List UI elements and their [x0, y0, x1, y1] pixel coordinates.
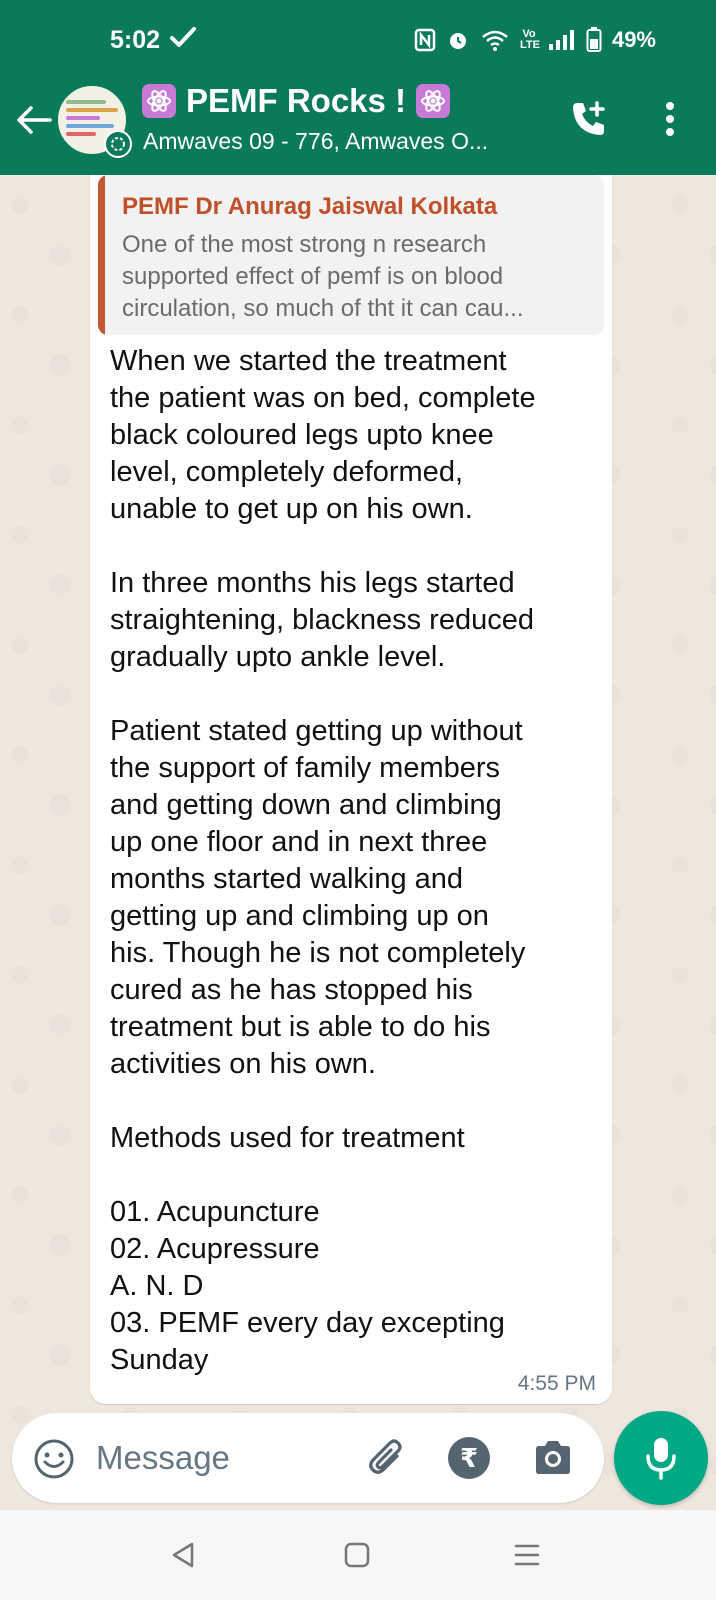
- signal-icon: [548, 29, 576, 51]
- message-text-line: activities on his own.: [110, 1048, 376, 1080]
- attach-button[interactable]: [364, 1435, 410, 1481]
- add-call-button[interactable]: [566, 96, 612, 142]
- microphone-icon: [646, 1438, 676, 1480]
- nav-recents-button[interactable]: [510, 1538, 544, 1572]
- group-name: PEMF Rocks !: [186, 82, 407, 119]
- message-bubble[interactable]: PEMF Dr Anurag Jaiswal Kolkata One of th…: [90, 175, 612, 1404]
- battery-icon: [586, 27, 602, 53]
- status-bar: 5:02 Vo LTE 49%: [0, 0, 716, 80]
- quoted-message[interactable]: PEMF Dr Anurag Jaiswal Kolkata One of th…: [98, 175, 604, 335]
- message-text-line: [110, 528, 600, 565]
- quoted-text-line: One of the most strong n research: [122, 231, 487, 258]
- arrow-left-icon: [17, 106, 52, 134]
- message-text-line: [110, 1083, 600, 1120]
- message-text-line: the patient was on bed, complete: [110, 382, 536, 414]
- phone-plus-icon: [573, 101, 605, 135]
- message-text: When we started the treatment the patient…: [110, 343, 600, 1379]
- check-icon: [170, 26, 197, 55]
- chat-header: PEMF Rocks ! Amwaves 09 - 776, Amwaves O…: [0, 80, 716, 175]
- message-text-line: 03. PEMF every day excepting: [110, 1307, 505, 1339]
- triangle-back-icon: [172, 1542, 194, 1568]
- message-text-line: A. N. D: [110, 1270, 204, 1302]
- message-text-line: cured as he has stopped his: [110, 974, 473, 1006]
- group-members[interactable]: Amwaves 09 - 776, Amwaves O...: [143, 128, 533, 155]
- camera-icon: [536, 1441, 570, 1474]
- emoji-button[interactable]: [32, 1437, 76, 1481]
- message-text-line: gradually upto ankle level.: [110, 641, 446, 673]
- camera-button[interactable]: [530, 1435, 576, 1481]
- smiley-icon: [34, 1439, 74, 1479]
- message-text-line: level, completely deformed,: [110, 456, 463, 488]
- message-text-line: In three months his legs started: [110, 567, 515, 599]
- quoted-author: PEMF Dr Anurag Jaiswal Kolkata: [122, 193, 498, 220]
- quoted-text-line: supported effect of pemf is on blood: [122, 263, 504, 290]
- alarm-icon: [446, 28, 470, 52]
- status-time: 5:02: [110, 26, 161, 54]
- message-text-line: the support of family members: [110, 752, 501, 784]
- square-home-icon: [344, 1542, 370, 1568]
- paperclip-icon: [369, 1439, 402, 1474]
- rupee-icon: ₹: [459, 1442, 479, 1473]
- community-icon: [104, 130, 132, 158]
- system-navigation-bar: [0, 1510, 716, 1600]
- nfc-icon: [414, 28, 436, 52]
- message-text-line: 02. Acupressure: [110, 1233, 320, 1265]
- message-input[interactable]: [96, 1431, 336, 1485]
- nav-home-button[interactable]: [340, 1538, 374, 1572]
- atom-emoji-icon: [142, 84, 176, 118]
- back-button[interactable]: [14, 100, 54, 140]
- top-app-bar: 5:02 Vo LTE 49% PEMF Rocks ! Amwaves 09 …: [0, 0, 716, 175]
- message-text-line: and getting down and climbing: [110, 789, 502, 821]
- message-text-line: his. Though he is not completely: [110, 937, 526, 969]
- more-options-button[interactable]: [650, 96, 690, 142]
- volte-icon: Vo LTE: [519, 28, 540, 51]
- message-text-line: unable to get up on his own.: [110, 493, 473, 525]
- payment-button[interactable]: ₹: [448, 1437, 490, 1479]
- message-text-line: up one floor and in next three: [110, 826, 488, 858]
- nav-back-button[interactable]: [166, 1538, 200, 1572]
- quoted-text: One of the most strong n research support…: [122, 229, 592, 325]
- message-composer: ₹: [12, 1413, 604, 1503]
- atom-emoji-icon: [416, 84, 451, 118]
- quoted-text-line: circulation, so much of tht it can cau..…: [122, 295, 524, 322]
- voice-message-button[interactable]: [614, 1411, 708, 1505]
- message-text-line: straightening, blackness reduced: [110, 604, 534, 636]
- message-text-line: [110, 676, 600, 713]
- more-vertical-icon: [666, 102, 674, 136]
- battery-percent: 49%: [611, 27, 656, 52]
- message-text-line: When we started the treatment: [110, 345, 507, 377]
- message-text-line: getting up and climbing up on: [110, 900, 489, 932]
- message-text-line: Methods used for treatment: [110, 1122, 465, 1154]
- chat-area[interactable]: PEMF Dr Anurag Jaiswal Kolkata One of th…: [0, 175, 716, 1510]
- wifi-icon: [480, 28, 510, 52]
- group-title[interactable]: PEMF Rocks !: [142, 82, 451, 120]
- menu-recents-icon: [514, 1544, 540, 1566]
- message-text-line: treatment but is able to do his: [110, 1011, 491, 1043]
- message-text-line: 01. Acupuncture: [110, 1196, 320, 1228]
- message-text-line: black coloured legs upto knee: [110, 419, 494, 451]
- message-timestamp: 4:55 PM: [517, 1372, 596, 1395]
- message-text-line: Patient stated getting up without: [110, 715, 523, 747]
- message-text-line: months started walking and: [110, 863, 464, 895]
- message-text-line: [110, 1157, 600, 1194]
